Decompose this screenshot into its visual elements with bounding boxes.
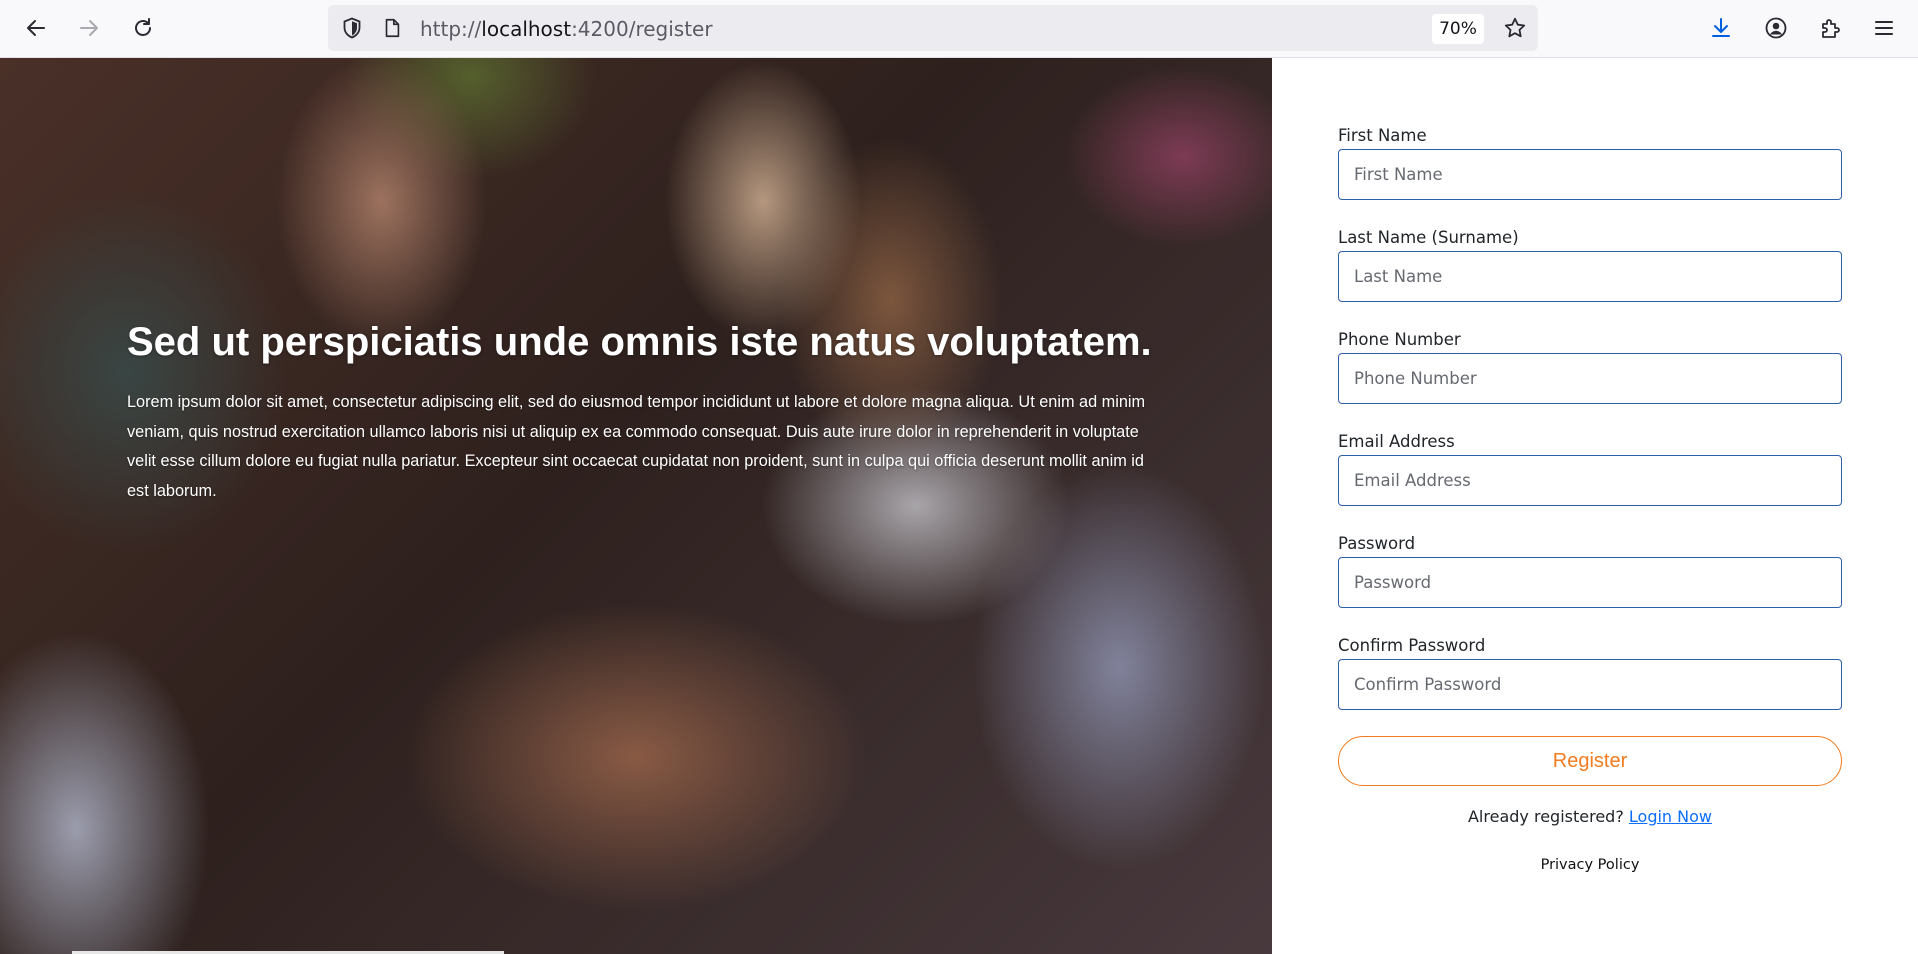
login-prompt: Already registered? Login Now [1338,807,1842,826]
url-scheme: http:// [420,17,482,41]
first-name-input[interactable] [1338,149,1842,200]
puzzle-icon [1822,19,1840,38]
forward-button[interactable] [71,9,107,47]
already-registered-text: Already registered? [1467,807,1624,826]
download-icon [1712,18,1730,37]
star-icon[interactable] [1503,16,1527,40]
account-icon [1765,17,1787,39]
password-label: Password [1338,534,1416,553]
privacy-policy-row: Privacy Policy [1338,857,1842,873]
extensions-button[interactable] [1813,9,1849,47]
reload-icon [135,18,151,36]
email-address-input[interactable] [1338,455,1842,506]
url-bar[interactable]: http://localhost:4200/register 70% [328,5,1538,51]
page-icon[interactable] [380,16,404,40]
reload-button[interactable] [125,9,161,47]
url-host: localhost [481,17,572,41]
hamburger-icon [1875,21,1893,35]
register-panel: First Name Last Name (Surname) Phone Num… [1272,58,1918,954]
arrow-right-icon [80,20,98,36]
confirm-password-label: Confirm Password [1338,636,1486,655]
back-button[interactable] [18,9,54,47]
last-name-input[interactable] [1338,251,1842,302]
phone-number-input[interactable] [1338,353,1842,404]
zoom-level-badge[interactable]: 70% [1432,14,1484,44]
login-now-link[interactable]: Login Now [1629,807,1712,826]
register-button[interactable]: Register [1338,736,1842,786]
email-address-label: Email Address [1338,432,1455,451]
page-edge [1908,58,1918,954]
url-text[interactable]: http://localhost:4200/register [420,17,713,41]
last-name-label: Last Name (Surname) [1338,228,1519,247]
hero-description: Lorem ipsum dolor sit amet, consectetur … [127,393,1146,500]
menu-button[interactable] [1866,9,1902,47]
privacy-policy-link[interactable]: Privacy Policy [1541,857,1640,873]
password-input[interactable] [1338,557,1842,608]
arrow-left-icon [27,20,45,36]
hero-title: Sed ut perspiciatis unde omnis iste natu… [127,320,1152,364]
confirm-password-input[interactable] [1338,659,1842,710]
shield-icon[interactable] [340,16,364,40]
account-button[interactable] [1758,9,1794,47]
first-name-label: First Name [1338,126,1427,145]
browser-toolbar: http://localhost:4200/register 70% [0,0,1918,58]
downloads-button[interactable] [1703,9,1739,47]
url-path: :4200/register [571,17,713,41]
hero-section: Sed ut perspiciatis unde omnis iste natu… [0,58,1272,954]
phone-number-label: Phone Number [1338,330,1461,349]
hero-image-overlay [0,58,1272,954]
